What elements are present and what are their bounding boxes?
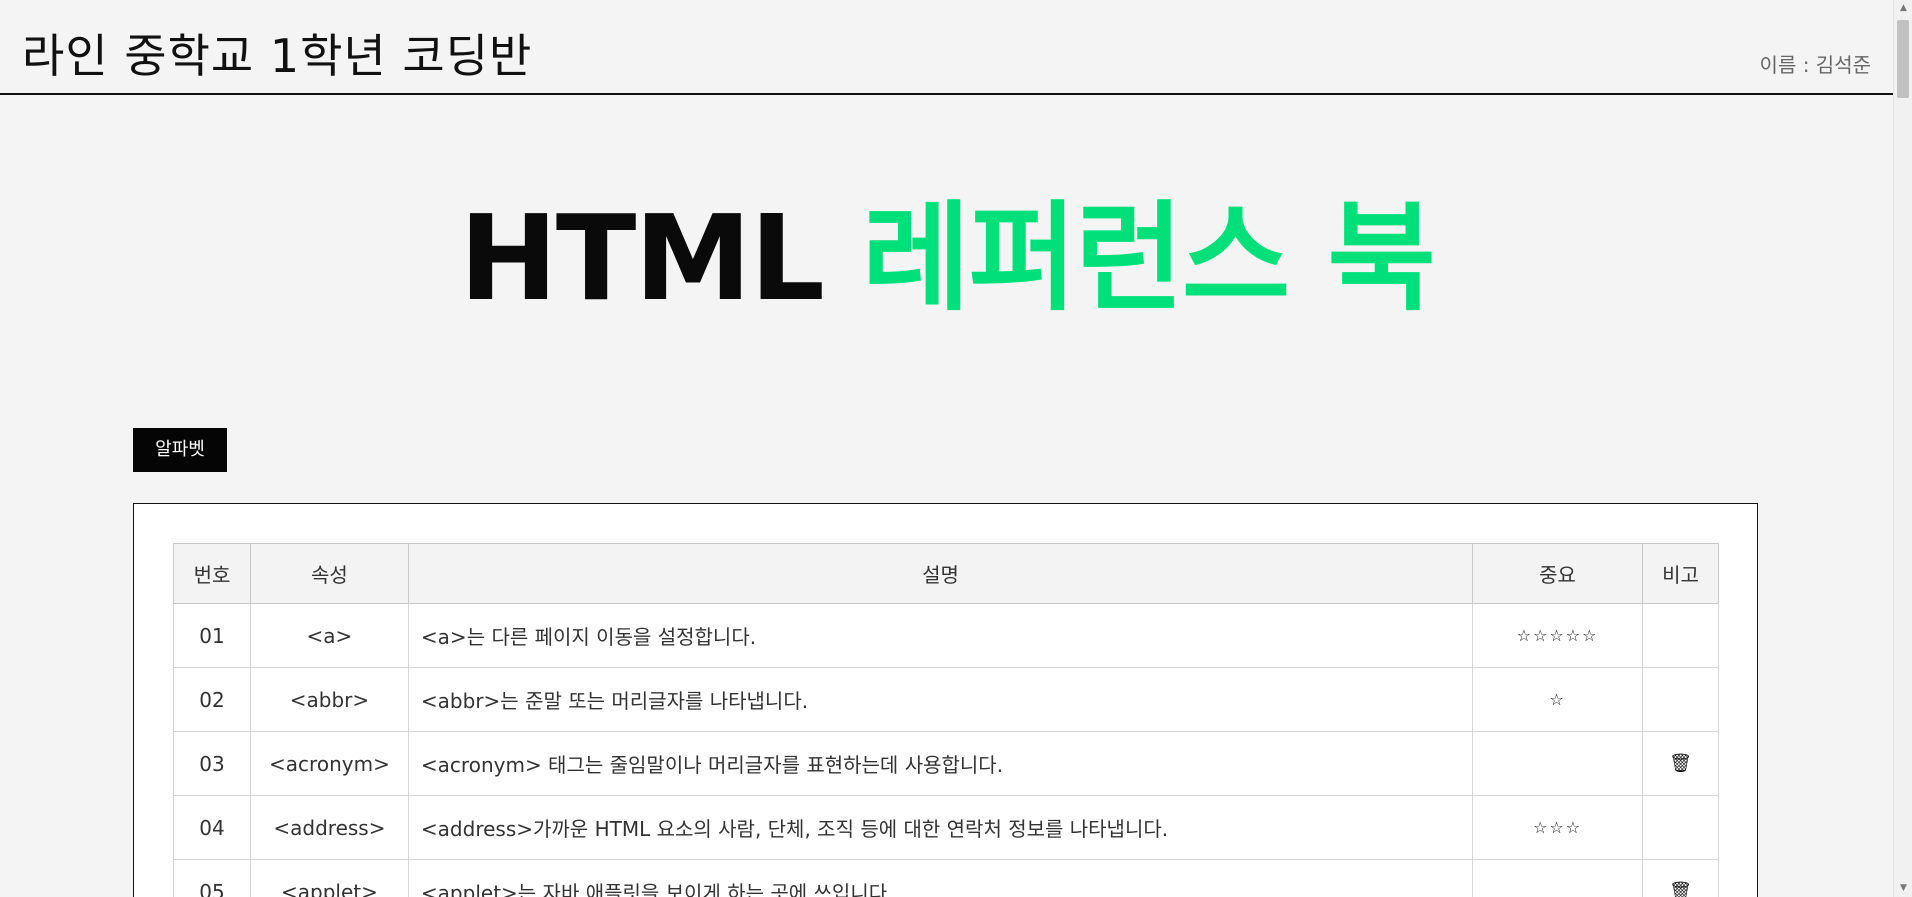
row-description: <applet>는 자바 애플릿을 보이게 하는 곳에 쓰입니다. xyxy=(407,859,1474,897)
header: 라인 중학교 1학년 코딩반 이름 : 김석준 xyxy=(0,0,1893,95)
row-stars xyxy=(1472,859,1644,897)
header-importance: 중요 xyxy=(1472,543,1644,604)
row-note xyxy=(1642,667,1719,732)
trash-icon[interactable]: 🗑 xyxy=(1642,731,1719,796)
trash-icon[interactable]: 🗑 xyxy=(1642,859,1719,897)
table-row: 02 <abbr> <abbr>는 준말 또는 머리글자를 나타냅니다. ☆ xyxy=(173,667,1719,732)
header-attribute: 속성 xyxy=(249,543,409,604)
row-number: 02 xyxy=(173,667,251,732)
page: 라인 중학교 1학년 코딩반 이름 : 김석준 HTML 레퍼런스 북 알파벳 … xyxy=(0,0,1893,897)
hero-title: HTML 레퍼런스 북 xyxy=(0,198,1893,318)
table-row: 05 <applet> <applet>는 자바 애플릿을 보이게 하는 곳에 … xyxy=(173,859,1719,897)
header-note: 비고 xyxy=(1642,543,1719,604)
table-header-row: 번호 속성 설명 중요 비고 xyxy=(173,543,1719,604)
scroll-down-arrow-icon[interactable]: ▼ xyxy=(1894,880,1912,897)
row-number: 05 xyxy=(173,859,251,897)
vertical-scrollbar[interactable]: ▲ ▼ xyxy=(1893,0,1912,897)
row-description: <acronym> 태그는 줄임말이나 머리글자를 표현하는데 사용합니다. xyxy=(407,731,1474,796)
row-note xyxy=(1642,603,1719,668)
row-number: 03 xyxy=(173,731,251,796)
row-stars: ☆☆☆ xyxy=(1472,795,1644,860)
header-number: 번호 xyxy=(173,543,251,604)
user-name: 이름 : 김석준 xyxy=(1759,53,1871,77)
reference-table-frame: 번호 속성 설명 중요 비고 01 <a> <a>는 다른 페이지 이동을 설정… xyxy=(133,503,1758,897)
row-tag: <abbr> xyxy=(249,667,409,732)
table-row: 03 <acronym> <acronym> 태그는 줄임말이나 머리글자를 표… xyxy=(173,731,1719,796)
row-description: <a>는 다른 페이지 이동을 설정합니다. xyxy=(407,603,1474,668)
hero-title-html: HTML xyxy=(459,189,825,327)
hero-title-reference-book: 레퍼런스 북 xyxy=(862,189,1436,327)
table-row: 04 <address> <address>가까운 HTML 요소의 사람, 단… xyxy=(173,795,1719,860)
row-stars: ☆ xyxy=(1472,667,1644,732)
scroll-thumb[interactable] xyxy=(1897,20,1909,98)
row-number: 01 xyxy=(173,603,251,668)
row-description: <address>가까운 HTML 요소의 사람, 단체, 조직 등에 대한 연… xyxy=(407,795,1474,860)
row-stars: ☆☆☆☆☆ xyxy=(1472,603,1644,668)
reference-table: 번호 속성 설명 중요 비고 01 <a> <a>는 다른 페이지 이동을 설정… xyxy=(173,543,1719,897)
table-row: 01 <a> <a>는 다른 페이지 이동을 설정합니다. ☆☆☆☆☆ xyxy=(173,603,1719,668)
row-number: 04 xyxy=(173,795,251,860)
site-title: 라인 중학교 1학년 코딩반 xyxy=(22,29,533,83)
row-tag: <applet> xyxy=(249,859,409,897)
row-description: <abbr>는 준말 또는 머리글자를 나타냅니다. xyxy=(407,667,1474,732)
row-tag: <acronym> xyxy=(249,731,409,796)
alphabet-filter-button[interactable]: 알파벳 xyxy=(133,428,227,472)
row-note xyxy=(1642,795,1719,860)
row-stars xyxy=(1472,731,1644,796)
scroll-up-arrow-icon[interactable]: ▲ xyxy=(1894,0,1912,17)
row-tag: <address> xyxy=(249,795,409,860)
row-tag: <a> xyxy=(249,603,409,668)
header-description: 설명 xyxy=(407,543,1474,604)
